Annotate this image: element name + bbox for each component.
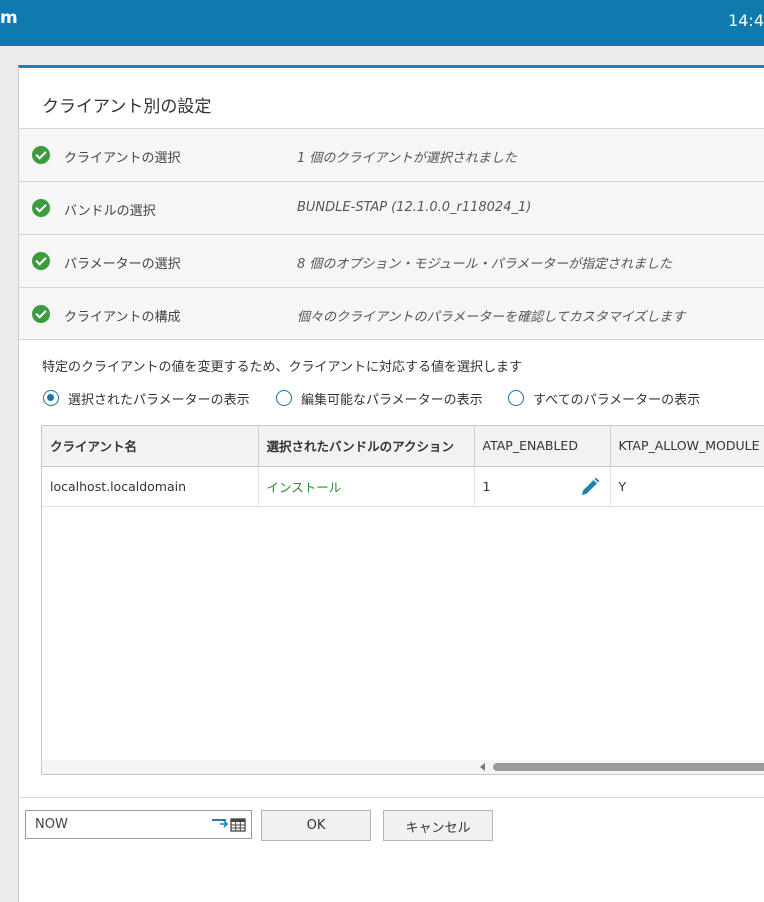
column-header-atap-enabled[interactable]: ATAP_ENABLED	[474, 426, 611, 467]
table-row[interactable]: localhost.localdomain インストール 1 Y	[42, 466, 764, 507]
step-client-selection[interactable]: クライアントの選択 1 個のクライアントが選択されました	[19, 128, 764, 181]
check-icon	[32, 252, 50, 270]
footer-divider	[19, 797, 764, 798]
step-label: バンドルの選択	[64, 204, 156, 219]
calendar-picker-icon[interactable]	[212, 816, 248, 834]
cell-value: 1	[482, 478, 491, 494]
client-settings-panel: クライアント別の設定 クライアントの選択 1 個のクライアントが選択されました …	[18, 65, 764, 902]
step-value: 8 個のオプション・モジュール・パラメーターが指定されました	[297, 257, 673, 272]
parameter-view-radio-group: 選択されたパラメーターの表示 編集可能なパラメーターの表示 すべてのパラメーター…	[43, 388, 764, 408]
cell-atap-enabled[interactable]: 1	[474, 466, 611, 507]
schedule-date-input[interactable]	[26, 811, 206, 838]
radio-all-parameters[interactable]: すべてのパラメーターの表示	[508, 388, 700, 408]
top-bar: m 14:4	[0, 0, 764, 46]
step-label: パラメーターの選択	[64, 257, 181, 272]
step-bundle-selection[interactable]: バンドルの選択 BUNDLE-STAP (12.1.0.0_r118024_1)	[19, 181, 764, 234]
check-icon	[32, 305, 50, 323]
column-header-client-name[interactable]: クライアント名	[42, 426, 259, 467]
cancel-button[interactable]: キャンセル	[383, 810, 493, 841]
column-header-ktap-allow-module[interactable]: KTAP_ALLOW_MODULE	[610, 426, 764, 467]
cell-client-name[interactable]: localhost.localdomain	[42, 466, 259, 507]
radio-label: 編集可能なパラメーターの表示	[301, 392, 483, 408]
edit-pencil-icon[interactable]	[580, 477, 600, 497]
parameter-table: クライアント名 選択されたバンドルのアクション ATAP_ENABLED KTA…	[42, 426, 764, 507]
radio-button-icon[interactable]	[276, 390, 292, 406]
radio-selected-parameters[interactable]: 選択されたパラメーターの表示	[43, 388, 250, 408]
panel-title: クライアント別の設定	[42, 97, 212, 117]
scrollbar-thumb[interactable]	[493, 763, 764, 771]
schedule-date-field[interactable]	[25, 810, 252, 839]
client-parameter-grid: クライアント名 選択されたバンドルのアクション ATAP_ENABLED KTA…	[41, 425, 764, 775]
radio-label: 選択されたパラメーターの表示	[68, 392, 250, 408]
instruction-text: 特定のクライアントの値を変更するため、クライアントに対応する値を選択します	[42, 360, 522, 375]
check-icon	[32, 146, 50, 164]
ok-button[interactable]: OK	[261, 810, 371, 841]
radio-editable-parameters[interactable]: 編集可能なパラメーターの表示	[276, 388, 483, 408]
clock: 14:4	[728, 11, 764, 30]
step-value: 1 個のクライアントが選択されました	[297, 151, 517, 166]
cell-bundle-action[interactable]: インストール	[258, 466, 475, 507]
table-header-row: クライアント名 選択されたバンドルのアクション ATAP_ENABLED KTA…	[42, 426, 764, 467]
radio-label: すべてのパラメーターの表示	[533, 392, 701, 408]
wizard-steps: クライアントの選択 1 個のクライアントが選択されました バンドルの選択 BUN…	[19, 128, 764, 340]
check-icon	[32, 199, 50, 217]
column-header-bundle-action[interactable]: 選択されたバンドルのアクション	[258, 426, 475, 467]
radio-button-icon[interactable]	[508, 390, 524, 406]
brand-text: m	[0, 8, 18, 28]
scroll-left-arrow-icon[interactable]	[480, 763, 485, 771]
step-client-configuration[interactable]: クライアントの構成 個々のクライアントのパラメーターを確認してカスタマイズします	[19, 287, 764, 340]
step-value: BUNDLE-STAP (12.1.0.0_r118024_1)	[297, 200, 532, 215]
step-label: クライアントの構成	[64, 310, 181, 325]
step-parameter-selection[interactable]: パラメーターの選択 8 個のオプション・モジュール・パラメーターが指定されました	[19, 234, 764, 287]
radio-button-checked-icon[interactable]	[43, 390, 59, 406]
step-label: クライアントの選択	[64, 151, 181, 166]
cell-ktap-allow-module[interactable]: Y	[610, 466, 764, 507]
horizontal-scrollbar[interactable]	[42, 760, 764, 774]
step-value: 個々のクライアントのパラメーターを確認してカスタマイズします	[297, 310, 686, 325]
